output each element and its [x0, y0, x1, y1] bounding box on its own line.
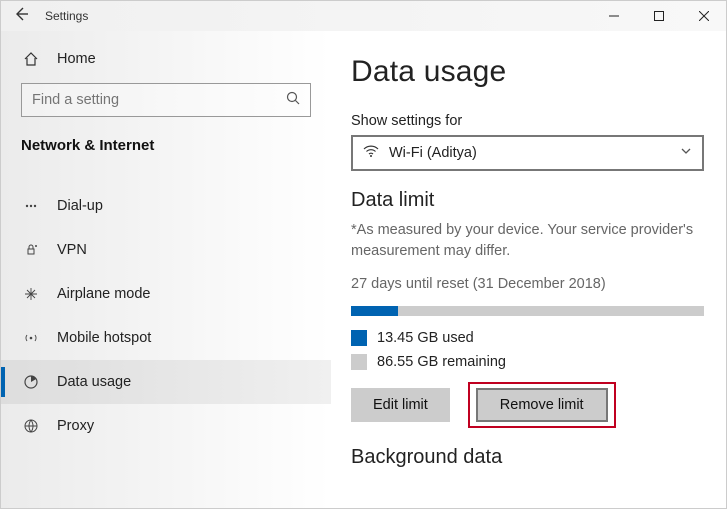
- sidebar-item-airplane[interactable]: Airplane mode: [1, 272, 331, 316]
- hotspot-icon: [21, 330, 41, 346]
- selected-network: Wi-Fi (Aditya): [389, 145, 477, 161]
- dialup-icon: [21, 198, 41, 214]
- remove-limit-button[interactable]: Remove limit: [476, 388, 608, 422]
- sidebar-section-header: Network & Internet: [1, 133, 331, 166]
- remaining-swatch: [351, 354, 367, 370]
- main-content: Data usage Show settings for Wi-Fi (Adit…: [331, 31, 726, 508]
- usage-bar-fill: [351, 306, 398, 316]
- sidebar-item-dialup[interactable]: Dial-up: [1, 184, 331, 228]
- titlebar: Settings: [1, 1, 726, 31]
- window-title: Settings: [41, 9, 88, 23]
- sidebar-item-label: Data usage: [57, 374, 131, 390]
- search-icon: [286, 91, 300, 109]
- edit-limit-button[interactable]: Edit limit: [351, 388, 450, 422]
- sidebar-home[interactable]: Home: [1, 45, 331, 77]
- maximize-button[interactable]: [636, 1, 681, 31]
- proxy-icon: [21, 418, 41, 434]
- sidebar-item-label: Proxy: [57, 418, 94, 434]
- vpn-icon: [21, 242, 41, 258]
- sidebar-item-label: Dial-up: [57, 198, 103, 214]
- home-icon: [21, 51, 41, 67]
- minimize-icon: [609, 11, 619, 21]
- sidebar-item-vpn[interactable]: VPN: [1, 228, 331, 272]
- sidebar-item-proxy[interactable]: Proxy: [1, 404, 331, 448]
- sidebar-item-hotspot[interactable]: Mobile hotspot: [1, 316, 331, 360]
- datausage-icon: [21, 374, 41, 390]
- search-box[interactable]: [21, 83, 311, 117]
- sidebar-nav: Dial-up VPN Airplane mode Mobile hotspot…: [1, 184, 331, 448]
- used-row: 13.45 GB used: [351, 330, 704, 346]
- remove-limit-highlight: Remove limit: [468, 382, 616, 428]
- sidebar-item-label: Mobile hotspot: [57, 330, 151, 346]
- remaining-text: 86.55 GB remaining: [377, 354, 506, 370]
- show-for-label: Show settings for: [351, 113, 704, 129]
- sidebar-item-label: Airplane mode: [57, 286, 151, 302]
- sidebar-item-label: VPN: [57, 242, 87, 258]
- sidebar: Home Network & Internet Dial-up VPN: [1, 31, 331, 508]
- wifi-icon: [363, 144, 379, 162]
- used-swatch: [351, 330, 367, 346]
- used-text: 13.45 GB used: [377, 330, 474, 346]
- minimize-button[interactable]: [591, 1, 636, 31]
- reset-text: 27 days until reset (31 December 2018): [351, 276, 704, 292]
- background-data-heading: Background data: [351, 446, 704, 469]
- disclaimer-text: *As measured by your device. Your servic…: [351, 220, 704, 262]
- datalimit-heading: Data limit: [351, 189, 704, 212]
- page-title: Data usage: [351, 55, 704, 89]
- maximize-icon: [654, 11, 664, 21]
- chevron-down-icon: [680, 145, 692, 161]
- sidebar-item-datausage[interactable]: Data usage: [1, 360, 331, 404]
- search-input[interactable]: [32, 92, 286, 108]
- back-button[interactable]: [1, 6, 41, 27]
- remaining-row: 86.55 GB remaining: [351, 354, 704, 370]
- close-icon: [699, 11, 709, 21]
- close-button[interactable]: [681, 1, 726, 31]
- usage-bar: [351, 306, 704, 316]
- network-select[interactable]: Wi-Fi (Aditya): [351, 135, 704, 171]
- back-arrow-icon: [13, 6, 29, 22]
- home-label: Home: [57, 51, 96, 67]
- airplane-icon: [21, 286, 41, 302]
